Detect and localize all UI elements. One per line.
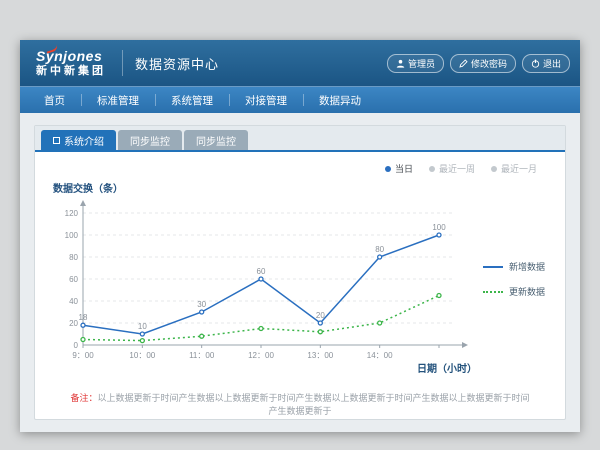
line-chart: 0 20 40 60 80 100 120 9：00 10：00 11：00 12：00 13：00 1… [49, 197, 479, 375]
tab-system-intro[interactable]: 系统介绍 [41, 130, 116, 150]
logo: Synjones 新中新集团 [36, 49, 106, 77]
series-name: 更新数据 [509, 285, 545, 298]
filter-label: 当日 [395, 162, 413, 175]
series-name: 新增数据 [509, 260, 545, 273]
app-title: 数据资源中心 [135, 54, 219, 73]
svg-text:80: 80 [69, 253, 78, 262]
nav-item-label: 对接管理 [245, 93, 287, 108]
svg-text:60: 60 [69, 275, 78, 284]
change-password-label: 修改密码 [471, 57, 507, 70]
nav-item-system-management[interactable]: 系统管理 [155, 87, 229, 113]
svg-text:10：00: 10：00 [129, 351, 155, 360]
edit-icon [459, 59, 468, 68]
nav-item-standard-management[interactable]: 标准管理 [81, 87, 155, 113]
filter-dot-icon [491, 166, 497, 172]
footnote-text: 以上数据更新于时间产生数据以上数据更新于时间产生数据以上数据更新于时间产生数据以… [98, 393, 530, 416]
series-legend-item[interactable]: 更新数据 [483, 285, 551, 298]
svg-text:11：00: 11：00 [189, 351, 215, 360]
svg-text:14：00: 14：00 [367, 351, 393, 360]
panel-body: 当日 最近一周 最近一月 数据交换（条） 0204060801 [35, 152, 565, 419]
filter-dot-icon [385, 166, 391, 172]
svg-text:60: 60 [257, 267, 266, 276]
admin-user-button[interactable]: 管理员 [387, 54, 444, 73]
footnote: 备注：以上数据更新于时间产生数据以上数据更新于时间产生数据以上数据更新于时间产生… [49, 391, 551, 417]
header-divider [122, 50, 123, 76]
svg-text:12：00: 12：00 [248, 351, 274, 360]
chart-row: 0 20 40 60 80 100 120 9：00 10：00 11：00 12：00 13：00 1… [49, 197, 551, 375]
series-line-sample-icon [483, 291, 503, 293]
svg-text:0: 0 [74, 341, 79, 350]
app-window: Synjones 新中新集团 数据资源中心 管理员 修改密码 [20, 40, 580, 432]
tab-label: 同步监控 [196, 133, 236, 148]
svg-text:30: 30 [197, 300, 206, 309]
y-axis-title: 数据交换（条） [53, 180, 551, 195]
admin-user-label: 管理员 [408, 57, 435, 70]
series-legend-item[interactable]: 新增数据 [483, 260, 551, 273]
tab-label: 同步监控 [130, 133, 170, 148]
svg-text:18: 18 [79, 313, 88, 322]
svg-text:10: 10 [138, 322, 147, 331]
desktop-background: Synjones 新中新集团 数据资源中心 管理员 修改密码 [0, 0, 600, 450]
svg-text:20: 20 [316, 311, 325, 320]
nav-item-label: 标准管理 [97, 93, 139, 108]
filter-today[interactable]: 当日 [385, 162, 413, 175]
tab-sync-monitor-1[interactable]: 同步监控 [118, 130, 182, 150]
content-panel: 系统介绍 同步监控 同步监控 当日 [34, 125, 566, 420]
nav-item-home[interactable]: 首页 [28, 87, 81, 113]
nav-item-data-change[interactable]: 数据异动 [303, 87, 377, 113]
main-nav: 首页 标准管理 系统管理 对接管理 数据异动 [20, 86, 580, 113]
time-filter-legend: 当日 最近一周 最近一月 [385, 162, 537, 175]
user-icon [396, 59, 405, 68]
svg-text:100: 100 [432, 223, 446, 232]
svg-text:9：00: 9：00 [72, 351, 94, 360]
filter-dot-icon [429, 166, 435, 172]
tab-label: 系统介绍 [64, 133, 104, 148]
svg-text:80: 80 [375, 245, 384, 254]
content-area: 系统介绍 同步监控 同步监控 当日 [20, 113, 580, 432]
logout-label: 退出 [543, 57, 561, 70]
footnote-label: 备注： [70, 393, 97, 403]
svg-text:20: 20 [69, 319, 78, 328]
nav-item-label: 系统管理 [171, 93, 213, 108]
change-password-button[interactable]: 修改密码 [450, 54, 516, 73]
series-line-sample-icon [483, 266, 503, 268]
svg-text:120: 120 [65, 209, 79, 218]
filter-last-month[interactable]: 最近一月 [491, 162, 537, 175]
nav-item-label: 首页 [44, 93, 65, 108]
nav-item-connection-management[interactable]: 对接管理 [229, 87, 303, 113]
svg-text:100: 100 [65, 231, 79, 240]
tab-bar: 系统介绍 同步监控 同步监控 [35, 126, 565, 152]
logout-icon [531, 59, 540, 68]
header-actions: 管理员 修改密码 退出 [387, 54, 570, 73]
svg-text:13：00: 13：00 [307, 351, 333, 360]
svg-text:日期（小时）: 日期（小时） [417, 362, 477, 375]
tab-sync-monitor-2[interactable]: 同步监控 [184, 130, 248, 150]
filter-label: 最近一周 [439, 162, 475, 175]
logout-button[interactable]: 退出 [522, 54, 570, 73]
tab-grid-icon [53, 137, 60, 144]
filter-last-week[interactable]: 最近一周 [429, 162, 475, 175]
nav-item-label: 数据异动 [319, 93, 361, 108]
series-legend: 新增数据更新数据 [479, 260, 551, 298]
filter-label: 最近一月 [501, 162, 537, 175]
logo-company: 新中新集团 [36, 66, 106, 77]
app-header: Synjones 新中新集团 数据资源中心 管理员 修改密码 [20, 40, 580, 86]
svg-text:40: 40 [69, 297, 78, 306]
